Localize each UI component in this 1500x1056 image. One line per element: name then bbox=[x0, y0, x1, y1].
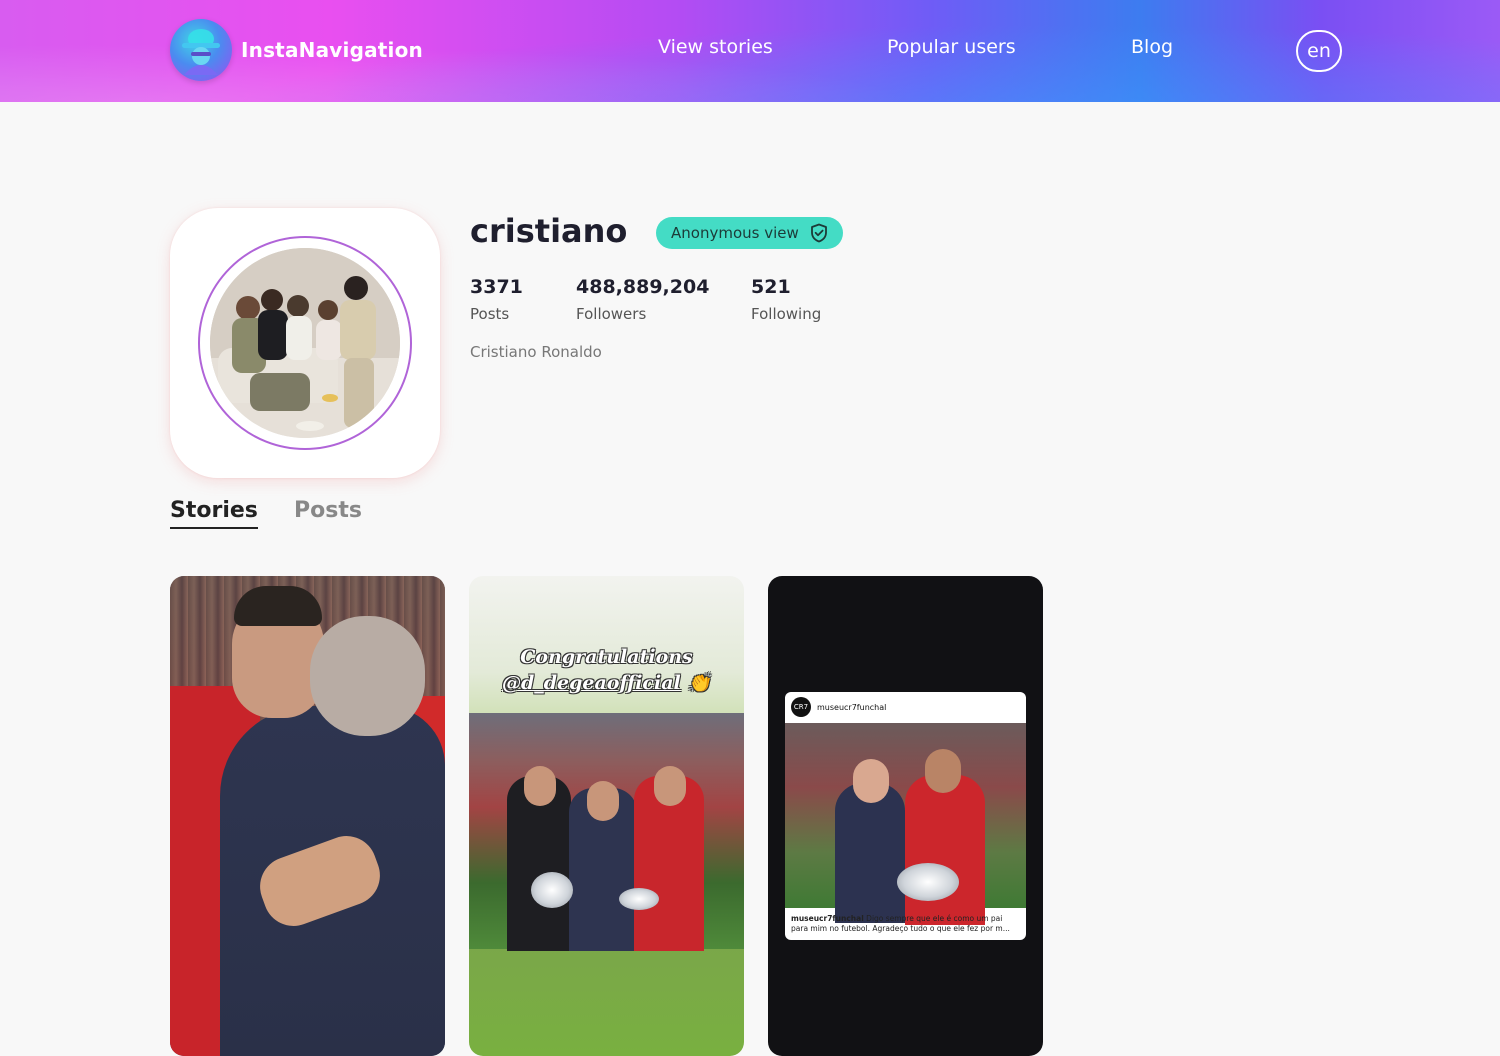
story-text-line: Congratulations bbox=[520, 646, 693, 668]
story-card[interactable] bbox=[170, 576, 445, 1056]
following-label: Following bbox=[751, 305, 822, 323]
story-overlay-text: Congratulations @d_degeaofficial 👏 bbox=[469, 644, 744, 696]
followers-label: Followers bbox=[576, 305, 647, 323]
top-navbar: InstaNavigation View stories Popular use… bbox=[0, 0, 1500, 102]
reshared-post-photo bbox=[785, 723, 1026, 925]
reshared-post-header: CR7 museucr7funchal bbox=[785, 692, 1026, 722]
following-count: 521 bbox=[751, 276, 791, 298]
caption-line: para mim no futebol. Agradeço tudo o que… bbox=[791, 924, 1010, 933]
story-card[interactable]: CR7 museucr7funchal museucr7funchal Digo… bbox=[768, 576, 1043, 1056]
avatar-ring bbox=[198, 236, 412, 450]
story-image-shape bbox=[654, 766, 686, 806]
anonymous-view-badge: Anonymous view bbox=[656, 217, 843, 249]
caption-line: museucr7funchal Digo sempre que ele é co… bbox=[791, 914, 1020, 924]
caption-user: museucr7funchal bbox=[791, 914, 864, 923]
brand-name: InstaNavigation bbox=[241, 38, 423, 62]
trophy-plate bbox=[897, 863, 959, 901]
story-text-line: @d_degeaofficial 👏 bbox=[469, 670, 744, 696]
reshared-post-card: CR7 museucr7funchal museucr7funchal Digo… bbox=[785, 692, 1026, 940]
posts-label: Posts bbox=[470, 305, 510, 323]
shield-check-icon bbox=[809, 223, 829, 247]
nav-view-stories[interactable]: View stories bbox=[658, 36, 773, 58]
story-image-shape bbox=[853, 759, 889, 803]
tab-posts[interactable]: Posts bbox=[294, 498, 362, 523]
followers-count: 488,889,204 bbox=[576, 276, 710, 298]
story-image-shape bbox=[905, 775, 985, 925]
profile-avatar bbox=[210, 248, 400, 438]
profile-avatar-card bbox=[170, 208, 440, 478]
story-image-shape bbox=[310, 616, 425, 736]
incognito-logo-icon bbox=[170, 19, 232, 81]
story-image-shape bbox=[524, 766, 556, 806]
trophy-plate bbox=[531, 872, 573, 908]
story-image-shape bbox=[835, 783, 905, 923]
trophy-plate bbox=[619, 888, 659, 910]
story-image-shape bbox=[925, 749, 961, 793]
story-card[interactable]: Congratulations @d_degeaofficial 👏 bbox=[469, 576, 744, 1056]
story-mention: @d_degeaofficial bbox=[501, 672, 681, 694]
tab-stories[interactable]: Stories bbox=[170, 498, 258, 529]
story-image-shape bbox=[234, 586, 322, 626]
language-selector[interactable]: en bbox=[1296, 30, 1342, 72]
reshared-post-account: museucr7funchal bbox=[817, 702, 887, 712]
caption-text: Digo sempre que ele é como um pai bbox=[866, 914, 1003, 923]
nav-popular-users[interactable]: Popular users bbox=[887, 36, 1016, 58]
account-avatar: CR7 bbox=[791, 697, 811, 717]
nav-blog[interactable]: Blog bbox=[1131, 36, 1173, 58]
posts-count: 3371 bbox=[470, 276, 523, 298]
profile-username: cristiano bbox=[470, 212, 628, 250]
anonymous-view-label: Anonymous view bbox=[671, 224, 799, 242]
brand-logo-link[interactable]: InstaNavigation bbox=[170, 19, 423, 81]
clapping-hands-icon: 👏 bbox=[687, 672, 712, 694]
reshared-post-caption: museucr7funchal Digo sempre que ele é co… bbox=[791, 914, 1020, 934]
story-image-shape bbox=[587, 781, 619, 821]
profile-full-name: Cristiano Ronaldo bbox=[470, 343, 602, 361]
